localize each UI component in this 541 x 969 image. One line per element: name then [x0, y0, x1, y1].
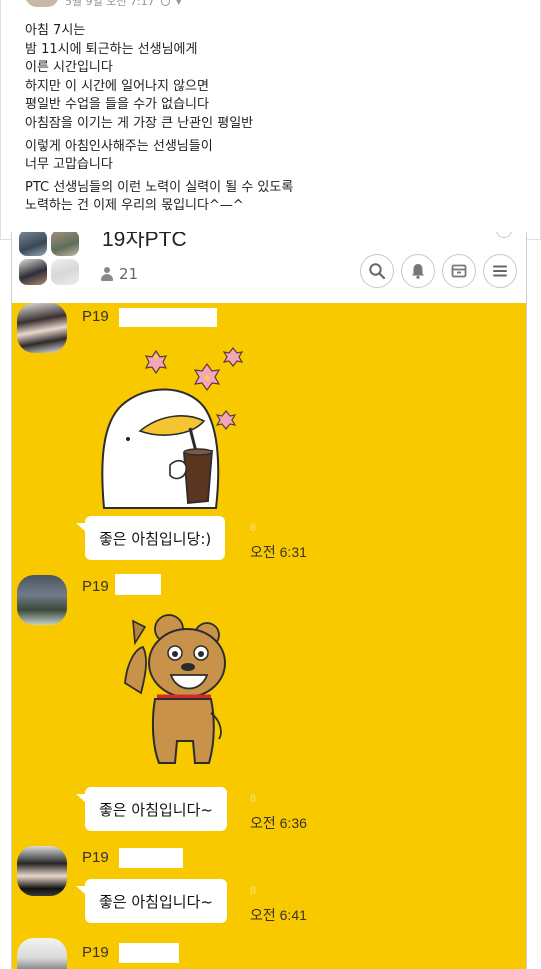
redacted-name [119, 308, 217, 327]
unread-count: 8 [250, 793, 257, 805]
chat-area[interactable]: P19 좋은 아침입니당:) 6 오전 6:31 P19 좋은 아침입니다~ 8… [12, 303, 526, 969]
post-line: 너무 고맙습니다 [25, 157, 113, 173]
post-line: 아침 7시는 [25, 23, 86, 38]
post-date[interactable]: 5월 9일 오전 7:17 [65, 0, 155, 9]
redacted-name [115, 574, 161, 595]
unread-count: 6 [250, 522, 257, 534]
globe-icon [160, 0, 170, 6]
chatroom-title: 19차PTC [102, 232, 187, 251]
post-line: 평일반 수업을 들을 수가 없습니다 [25, 97, 209, 113]
post-line: 이른 시간입니다 [25, 60, 113, 76]
chat-screenshot: 19차PTC 21 P19 좋은 아침입니당:) 6 오전 6:31 P19 좋… [11, 232, 527, 969]
member-count-value: 21 [119, 265, 139, 283]
drawer-button[interactable] [442, 254, 476, 288]
notification-bell-icon [412, 264, 424, 279]
sender-name: P19 [82, 849, 109, 866]
unread-count: 8 [250, 885, 257, 897]
sender-name: P19 [82, 578, 109, 595]
frodo-dog-sticker[interactable] [115, 613, 235, 768]
redacted-name [119, 943, 179, 963]
profile-thumb [19, 232, 47, 256]
profile-thumb [19, 259, 47, 285]
avatar[interactable] [17, 846, 67, 896]
circle-icon [496, 232, 512, 238]
author-avatar[interactable] [25, 0, 59, 7]
person-icon [100, 267, 114, 281]
search-icon [369, 263, 386, 280]
post-line: PTC 선생님들의 이런 노력이 실력이 될 수 있도록 [25, 179, 294, 195]
post-line: 아침잠을 이기는 게 가장 큰 난관인 평일반 [25, 115, 254, 131]
profile-thumb [51, 259, 79, 285]
facebook-post: 5월 9일 오전 7:17 ▼ 아침 7시는 밤 11시에 퇴근하는 선생님에게… [0, 0, 541, 240]
message-time: 오전 6:31 [250, 544, 307, 560]
avatar[interactable] [17, 575, 67, 625]
message-bubble[interactable]: 좋은 아침입니당:) [75, 516, 226, 560]
post-paragraph: 아침 7시는 밤 11시에 퇴근하는 선생님에게 이른 시간입니다 하지만 이 … [25, 22, 293, 134]
ryan-coffee-sticker[interactable] [92, 343, 252, 513]
avatar[interactable] [17, 303, 67, 353]
message-time: 오전 6:36 [250, 815, 307, 831]
profile-thumb [51, 232, 79, 256]
sender-name: P19 [82, 944, 109, 961]
chatroom-profile-thumbs[interactable] [18, 232, 82, 288]
search-button[interactable] [360, 254, 394, 288]
message-bubble[interactable]: 좋은 아침입니다~ [76, 879, 227, 923]
redacted-name [119, 848, 183, 868]
drawer-icon [451, 264, 467, 278]
chevron-down-icon[interactable]: ▼ [176, 0, 182, 6]
post-line: 이렇게 아침인사해주는 선생님들이 [25, 138, 213, 154]
member-count[interactable]: 21 [100, 265, 138, 283]
post-paragraph: 이렇게 아침인사해주는 선생님들이 너무 고맙습니다 [25, 138, 293, 175]
post-line: 밤 11시에 퇴근하는 선생님에게 [25, 41, 198, 57]
menu-icon [493, 265, 507, 277]
notification-button[interactable] [401, 254, 435, 288]
message-bubble[interactable]: 좋은 아침입니다~ [76, 787, 227, 831]
avatar[interactable] [17, 938, 67, 969]
chatroom-header: 19차PTC 21 [12, 232, 526, 303]
post-line: 하지만 이 시간에 일어나지 않으면 [25, 78, 209, 94]
sender-name: P19 [82, 308, 109, 325]
menu-button[interactable] [483, 254, 517, 288]
post-text: 아침 7시는 밤 11시에 퇴근하는 선생님에게 이른 시간입니다 하지만 이 … [25, 22, 293, 220]
post-meta: 5월 9일 오전 7:17 ▼ [25, 0, 182, 8]
post-line: 노력하는 건 이제 우리의 몫입니다^—^ [25, 198, 244, 214]
post-paragraph: PTC 선생님들의 이런 노력이 실력이 될 수 있도록 노력하는 건 이제 우… [25, 179, 293, 216]
message-time: 오전 6:41 [250, 907, 307, 923]
